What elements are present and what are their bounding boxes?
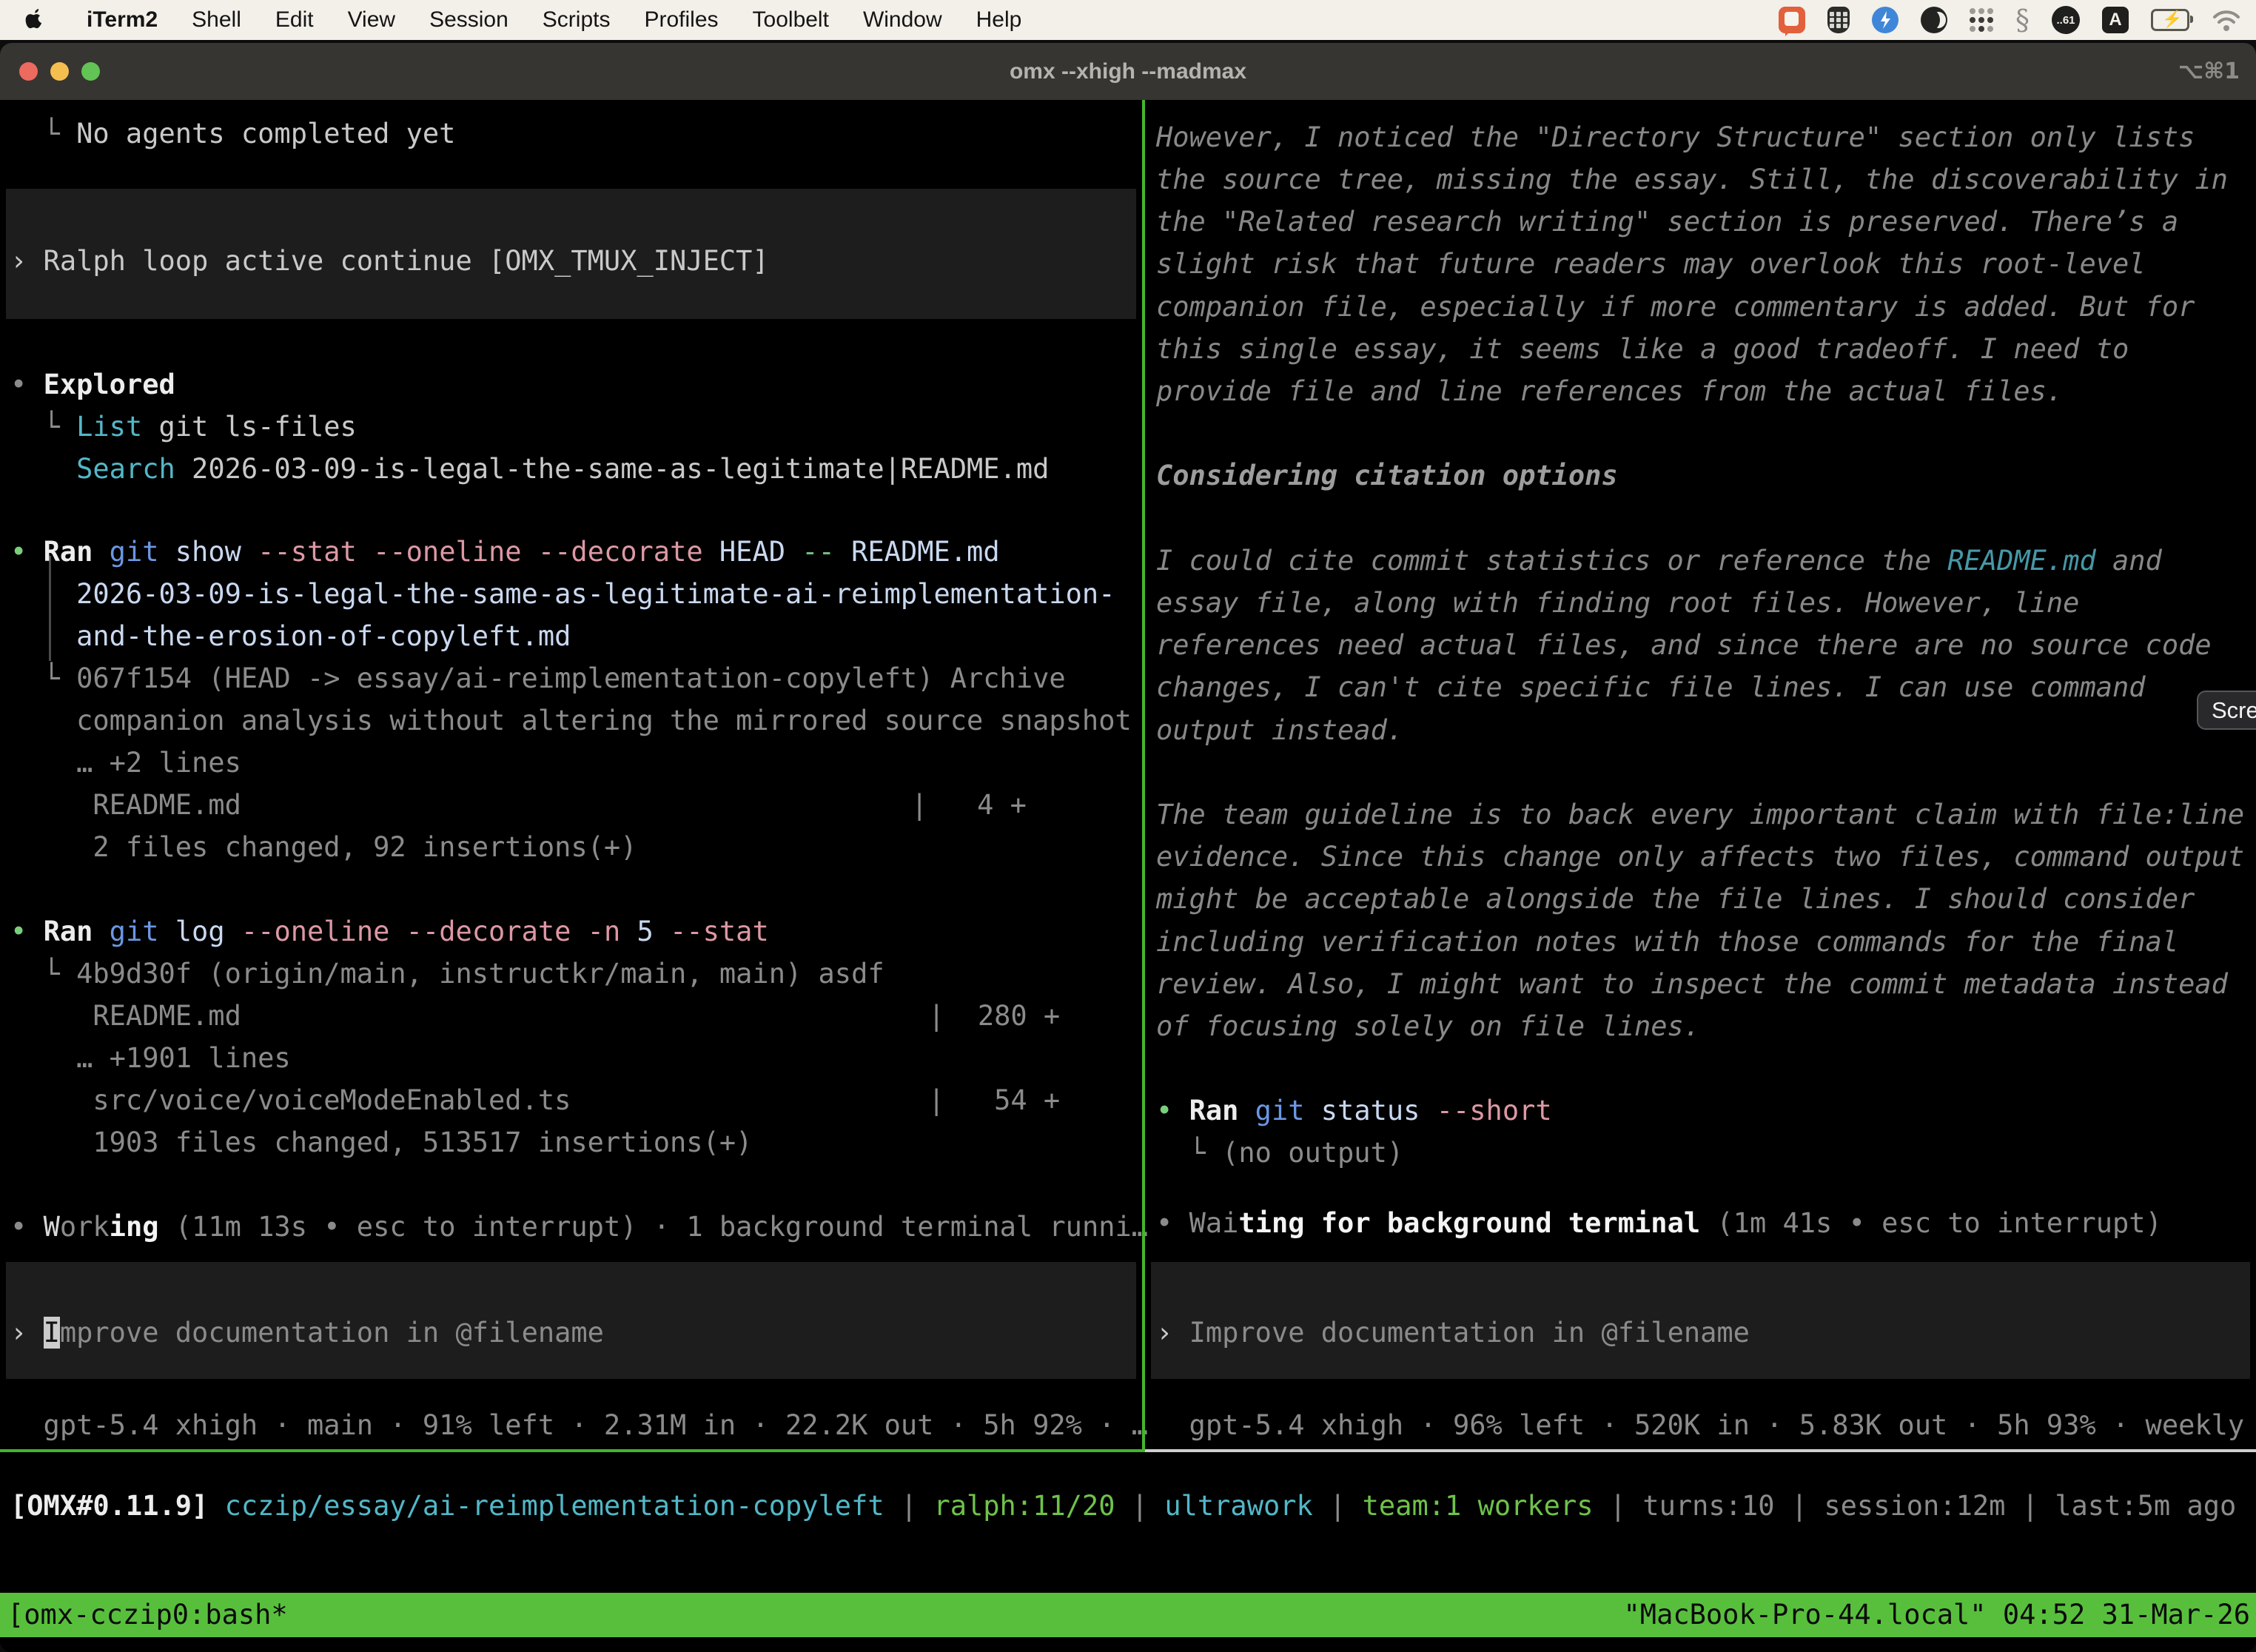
terminal-line: provide file and line references from th…	[1156, 375, 2063, 409]
terminal-line: 1903 files changed, 513517 insertions(+)	[10, 1126, 752, 1160]
terminal-line: However, I noticed the "Directory Struct…	[1156, 121, 2195, 155]
menu-item-profiles[interactable]: Profiles	[627, 7, 735, 33]
wifi-icon[interactable]	[2212, 8, 2241, 32]
terminal-line: README.md| 4 +	[10, 788, 241, 822]
blue-bolt-icon[interactable]	[1872, 7, 1899, 33]
menu-item-toolbelt[interactable]: Toolbelt	[736, 7, 846, 33]
keypad-shield-icon[interactable]	[1827, 7, 1850, 33]
terminal-line: gpt-5.4 xhigh · main · 91% left · 2.31M …	[10, 1408, 1148, 1443]
menu-item-shell[interactable]: Shell	[175, 7, 258, 33]
terminal-area: › Ralph loop active continue [OMX_TMUX_I…	[0, 100, 2256, 1652]
terminal-line: src/voice/voiceModeEnabled.ts| 54 +	[10, 1084, 571, 1118]
terminal-line: • Ran git status --short	[1156, 1094, 1552, 1128]
menu-item-window[interactable]: Window	[846, 7, 959, 33]
terminal-line: • Waiting for background terminal (1m 41…	[1156, 1206, 2162, 1240]
terminal-line: the source tree, missing the essay. Stil…	[1156, 163, 2228, 197]
menu-item-iterm2[interactable]: iTerm2	[70, 7, 175, 33]
iterm-window: omx --xhigh --madmax ⌥⌘1 › Ralph loop ac…	[0, 43, 2256, 1652]
terminal-line: └ 4b9d30f (origin/main, instructkr/main,…	[10, 957, 884, 991]
apple-menu-icon[interactable]	[25, 7, 47, 33]
terminal-line: Considering citation options	[1156, 459, 1618, 493]
menu-item-help[interactable]: Help	[959, 7, 1039, 33]
terminal-line: • Ran git log --oneline --decorate -n 5 …	[10, 915, 769, 949]
terminal-line: of focusing solely on file lines.	[1156, 1010, 1700, 1044]
terminal-line: including verification notes with those …	[1156, 925, 2178, 959]
battery-icon[interactable]: ⚡	[2151, 9, 2189, 31]
input-source-icon[interactable]: A	[2102, 7, 2129, 33]
terminal-line: references need actual files, and since …	[1156, 628, 2212, 662]
squiggle-icon[interactable]: §	[2015, 7, 2030, 33]
terminal-line: companion file, especially if more comme…	[1156, 290, 2195, 324]
terminal-line: … +2 lines	[10, 746, 241, 780]
menu-item-session[interactable]: Session	[412, 7, 526, 33]
menu-item-view[interactable]: View	[331, 7, 412, 33]
terminal-line: evidence. Since this change only affects…	[1156, 840, 2244, 874]
terminal-line: I could cite commit statistics or refere…	[1156, 544, 2162, 578]
terminal-line: • Working (11m 13s • esc to interrupt) ·…	[10, 1210, 1148, 1244]
terminal-line: 2026-03-09-is-legal-the-same-as-legitima…	[10, 577, 1115, 611]
terminal-line: companion analysis without altering the …	[10, 704, 1132, 738]
terminal-line: └ No agents completed yet	[10, 117, 455, 151]
window-title: omx --xhigh --madmax	[0, 43, 2256, 100]
tmux-host-clock: "MacBook-Pro-44.local" 04:52 31-Mar-26	[1624, 1593, 2250, 1637]
menu-items: iTerm2ShellEditViewSessionScriptsProfile…	[70, 7, 1038, 33]
terminal-line: README.md| 280 +	[10, 999, 241, 1033]
terminal-line: • Ran git show --stat --oneline --decora…	[10, 535, 1000, 569]
terminal-line: output instead.	[1156, 713, 1403, 748]
terminal-line: └ 067f154 (HEAD -> essay/ai-reimplementa…	[10, 662, 1066, 696]
battery-percent-icon[interactable]: ..61	[2052, 6, 2080, 34]
omx-status-text: [OMX#0.11.9] cczip/essay/ai-reimplementa…	[10, 1489, 2236, 1523]
window-title-bar[interactable]: omx --xhigh --madmax ⌥⌘1	[0, 43, 2256, 100]
screen-recording-icon[interactable]	[1779, 7, 1805, 33]
terminal-line: The team guideline is to back every impo…	[1156, 798, 2244, 832]
terminal-line: gpt-5.4 xhigh · 96% left · 520K in · 5.8…	[1156, 1408, 2256, 1443]
terminal-line: might be acceptable alongside the file l…	[1156, 882, 2195, 916]
menubar-status-icons: § ..61 A ⚡	[1779, 6, 2256, 34]
screen-overlay-chip[interactable]: Scre	[2197, 691, 2256, 730]
terminal-line: review. Also, I might want to inspect th…	[1156, 967, 2228, 1001]
terminal-line: Search 2026-03-09-is-legal-the-same-as-l…	[10, 452, 1049, 486]
pane-divider[interactable]	[1142, 100, 1145, 1449]
terminal-line: slight risk that future readers may over…	[1156, 247, 2146, 281]
tmux-session-label: [omx-cczip0:bash*	[7, 1593, 288, 1637]
terminal-line: this single essay, it seems like a good …	[1156, 332, 2129, 366]
window-shortcut-badge: ⌥⌘1	[2178, 43, 2240, 100]
terminal-line: essay file, along with finding root file…	[1156, 586, 2079, 620]
terminal-line: └ List git ls-files	[10, 410, 357, 444]
menu-item-scripts[interactable]: Scripts	[526, 7, 628, 33]
terminal-line: the "Related research writing" section i…	[1156, 205, 2178, 239]
terminal-line: changes, I can't cite specific file line…	[1156, 671, 2146, 705]
inject-banner-line: › Ralph loop active continue [OMX_TMUX_I…	[10, 244, 769, 278]
terminal-line: › Improve documentation in @filename	[10, 1316, 604, 1350]
terminal-line: … +1901 lines	[10, 1041, 291, 1075]
tmux-status-bar: [omx-cczip0:bash* "MacBook-Pro-44.local"…	[0, 1593, 2256, 1637]
terminal-line: 2 files changed, 92 insertions(+)	[10, 830, 637, 864]
menu-bar: iTerm2ShellEditViewSessionScriptsProfile…	[0, 0, 2256, 40]
terminal-line: └ (no output)	[1156, 1136, 1403, 1170]
menu-item-edit[interactable]: Edit	[258, 7, 331, 33]
left-pane-bottom-border	[0, 1449, 1145, 1452]
terminal-line: › Improve documentation in @filename	[1156, 1316, 1750, 1350]
terminal-line: • Explored	[10, 368, 175, 402]
terminal-line: and-the-erosion-of-copyleft.md	[10, 620, 571, 654]
crescent-icon[interactable]	[1921, 7, 1947, 33]
dots-grid-icon[interactable]	[1970, 8, 1993, 32]
screen: iTerm2ShellEditViewSessionScriptsProfile…	[0, 0, 2256, 1652]
right-pane-bottom-border	[1145, 1449, 2256, 1452]
